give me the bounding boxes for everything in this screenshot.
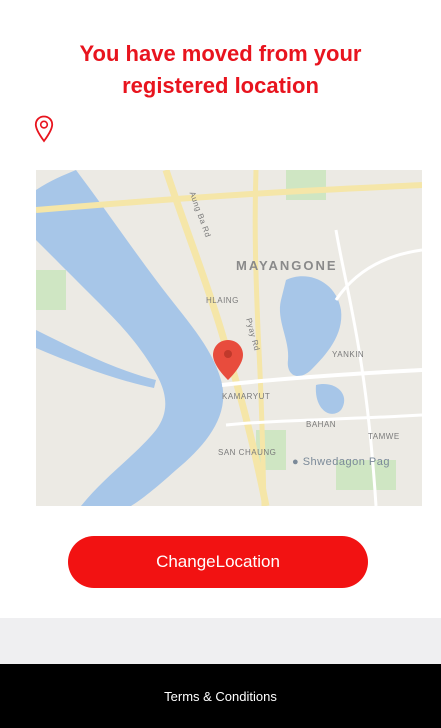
map-label-tamwe: TAMWE xyxy=(368,432,400,441)
title-line-2: registered location xyxy=(122,73,319,98)
location-map[interactable]: MAYANGONE HLAING KAMARYUT YANKIN BAHAN T… xyxy=(36,170,422,506)
footer-spacer xyxy=(0,618,441,664)
map-label-shwedagon: ● Shwedagon Pag xyxy=(292,456,390,468)
map-label-bahan: BAHAN xyxy=(306,420,337,429)
map-park xyxy=(286,170,326,200)
page-title: You have moved from your registered loca… xyxy=(0,38,441,102)
location-pin-icon xyxy=(34,115,54,143)
map-park xyxy=(36,270,66,310)
footer-bar: Terms & Conditions xyxy=(0,664,441,728)
title-line-1: You have moved from your xyxy=(79,41,362,66)
map-label-mayangone: MAYANGONE xyxy=(236,258,338,273)
map-label-kamaryut: KAMARYUT xyxy=(222,392,271,401)
change-location-button[interactable]: ChangeLocation xyxy=(68,536,368,588)
map-label-hlaing: HLAING xyxy=(206,296,239,305)
map-label-yankin: YANKIN xyxy=(332,350,365,359)
terms-link[interactable]: Terms & Conditions xyxy=(164,689,277,704)
map-label-sanchaung: SAN CHAUNG xyxy=(218,448,277,457)
